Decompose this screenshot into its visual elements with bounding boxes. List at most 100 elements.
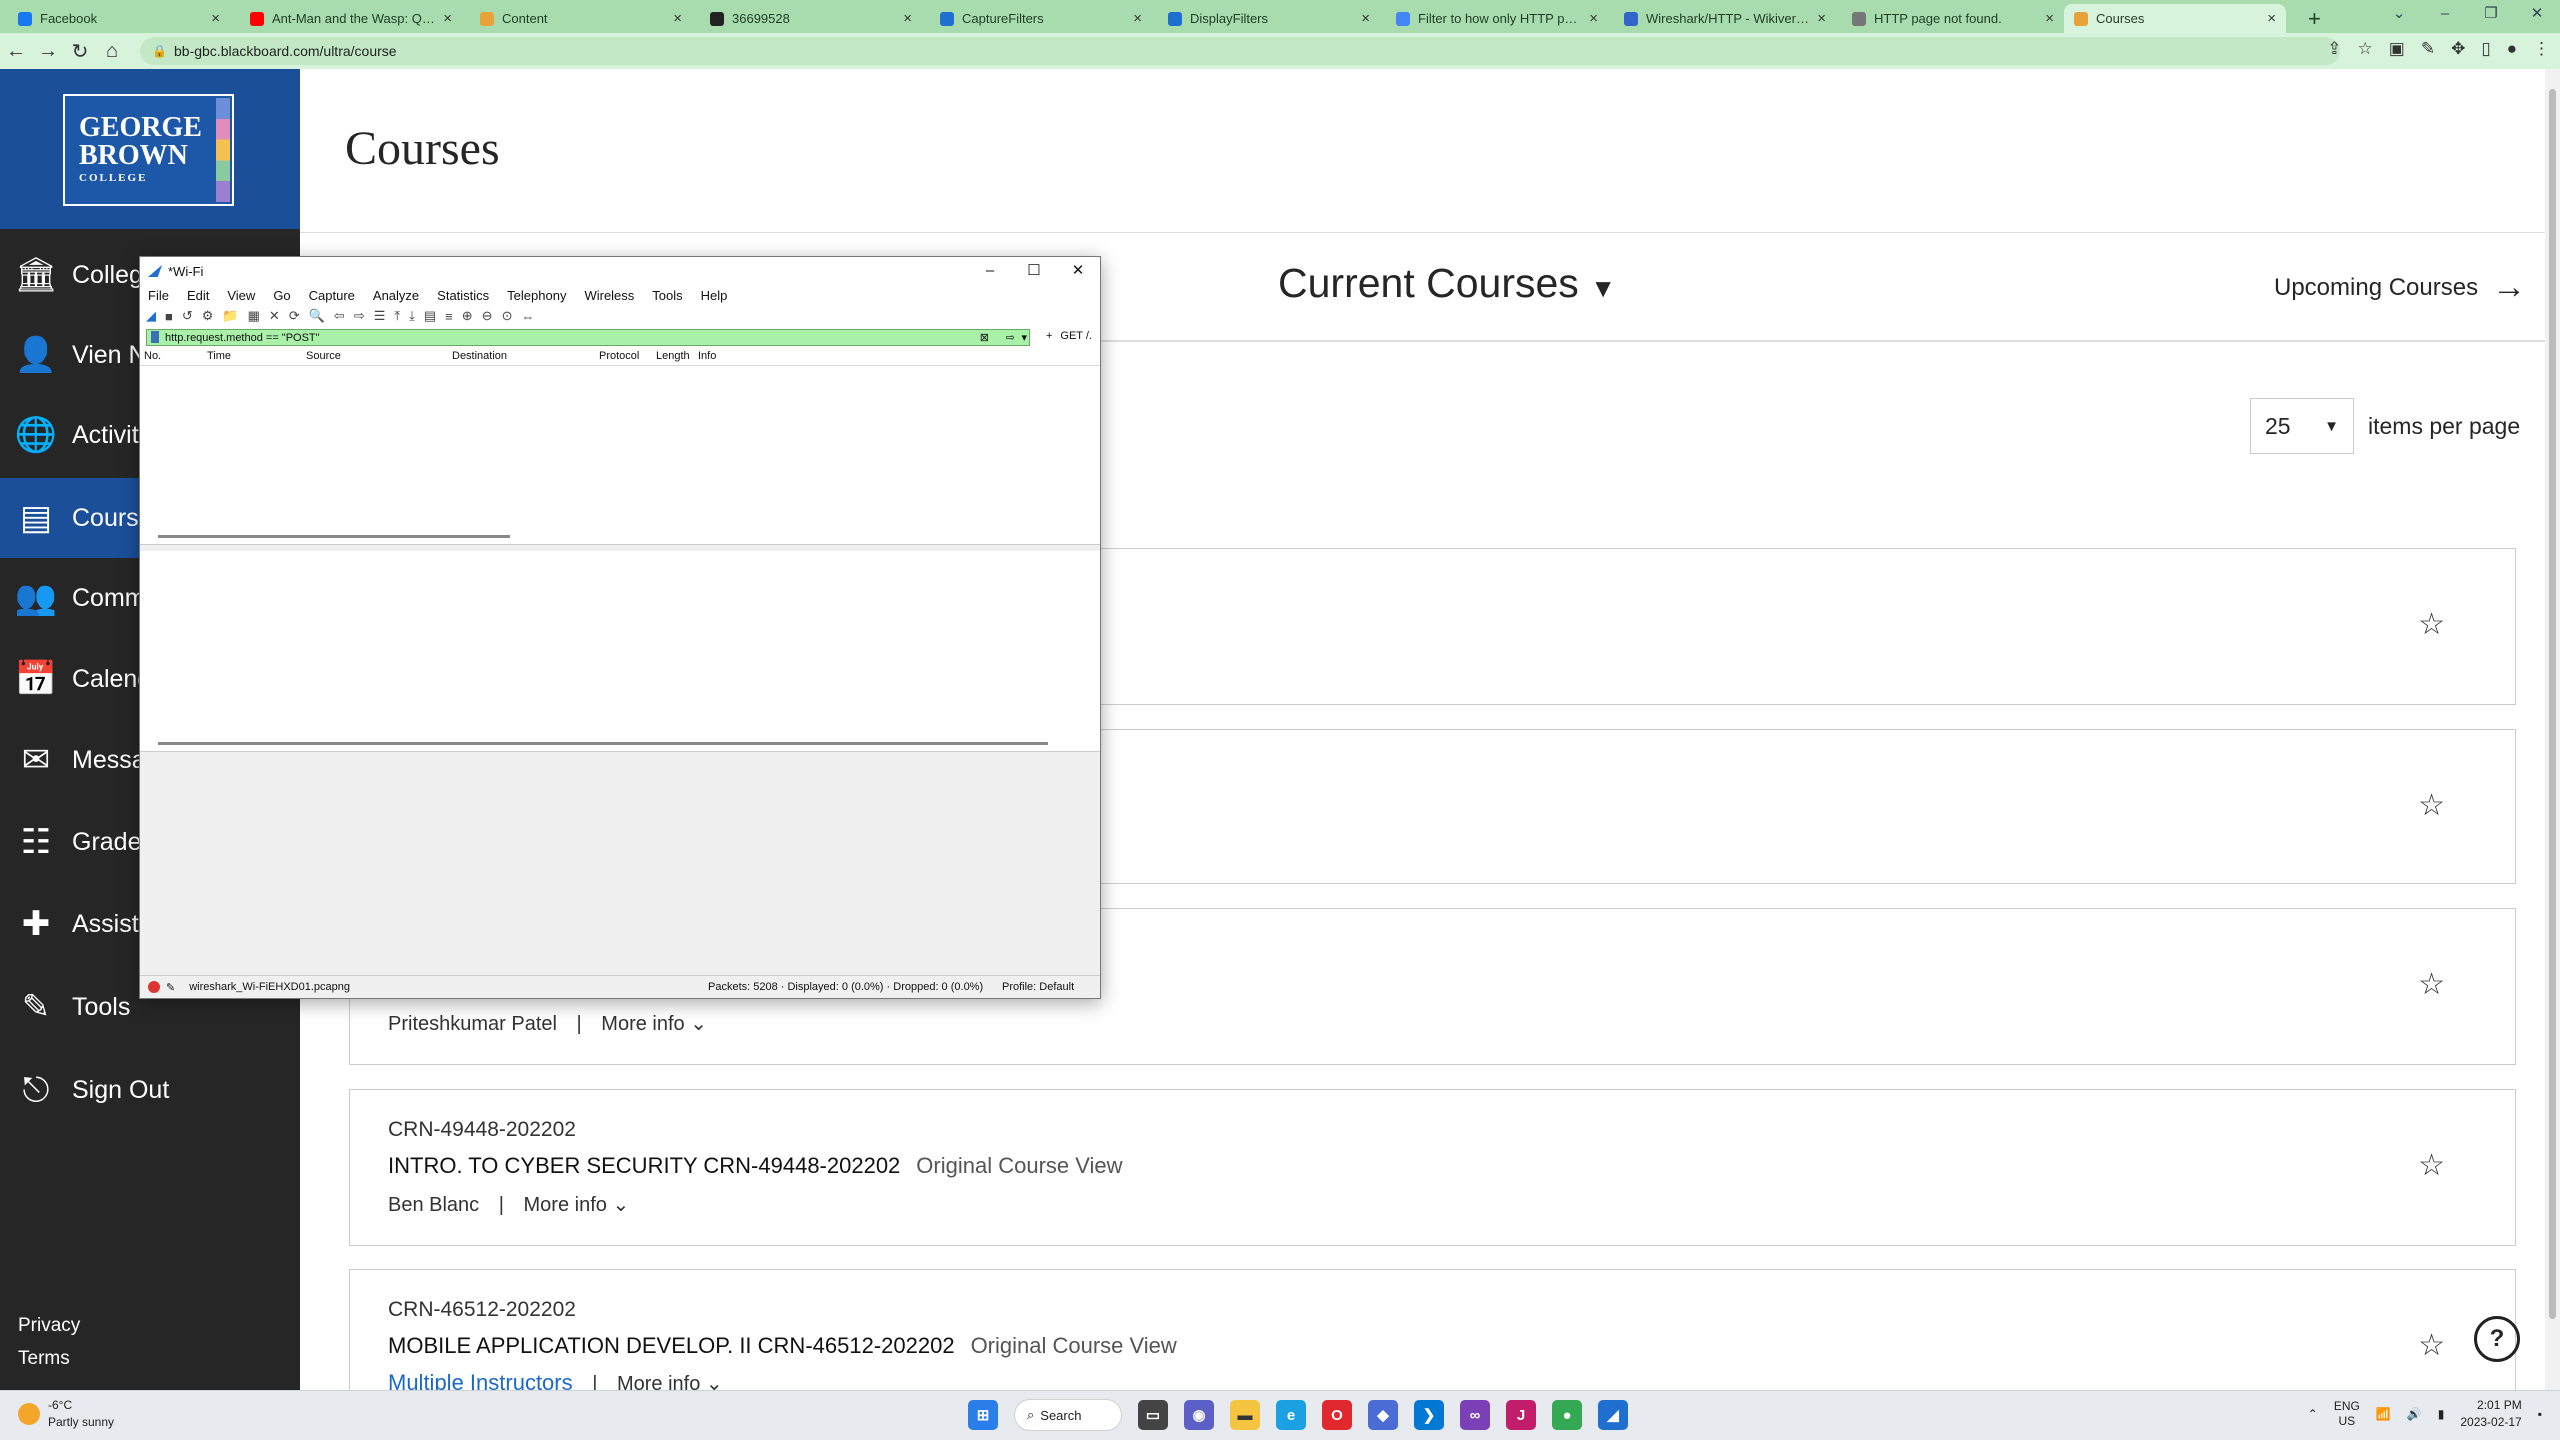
favorite-star-icon[interactable]: ☆ bbox=[2418, 967, 2445, 1002]
multiple-instructors-link[interactable]: Multiple Instructors bbox=[388, 1370, 573, 1391]
close-icon[interactable]: ✕ bbox=[2514, 0, 2560, 33]
more-info-button[interactable]: More info ⌄ bbox=[601, 1013, 707, 1035]
browser-tab[interactable]: Wireshark/HTTP - Wikiversity × bbox=[1614, 4, 1836, 33]
bookmark-star-icon[interactable]: ☆ bbox=[2358, 39, 2373, 59]
browser-tab[interactable]: DisplayFilters × bbox=[1158, 4, 1380, 33]
battery-icon[interactable]: ▮ bbox=[2438, 1407, 2445, 1421]
sidebar-icon[interactable]: ▯ bbox=[2481, 39, 2490, 59]
filter-button-get[interactable]: GET /. bbox=[1060, 330, 1092, 342]
close-tab-icon[interactable]: × bbox=[2045, 10, 2054, 27]
george-brown-logo[interactable]: GEORGE BROWN COLLEGE bbox=[63, 94, 234, 206]
bookmark-icon[interactable] bbox=[151, 331, 159, 343]
column-destination[interactable]: Destination bbox=[452, 350, 507, 362]
menu-statistics[interactable]: Statistics bbox=[437, 288, 489, 303]
menu-help[interactable]: Help bbox=[701, 288, 728, 303]
column-length[interactable]: Length bbox=[656, 350, 690, 362]
minimize-icon[interactable]: – bbox=[2422, 0, 2468, 33]
home-icon[interactable]: ⌂ bbox=[96, 40, 128, 63]
go-forward-icon[interactable]: ⇨ bbox=[354, 308, 365, 324]
privacy-link[interactable]: Privacy bbox=[18, 1309, 80, 1342]
go-to-packet-icon[interactable]: ☰ bbox=[374, 308, 386, 324]
add-filter-button-icon[interactable]: + bbox=[1046, 330, 1052, 342]
column-protocol[interactable]: Protocol bbox=[599, 350, 639, 362]
packet-list-pane[interactable] bbox=[140, 366, 1100, 545]
menu-file[interactable]: File bbox=[148, 288, 169, 303]
stop-capture-icon[interactable]: ■ bbox=[165, 309, 173, 324]
browser-tab[interactable]: 36699528 × bbox=[700, 4, 922, 33]
browser-tab[interactable]: HTTP page not found. × bbox=[1842, 4, 2064, 33]
browser-tab-active[interactable]: Courses × bbox=[2064, 4, 2286, 33]
capture-options-icon[interactable]: ⚙ bbox=[202, 308, 214, 324]
maximize-icon[interactable]: ☐ bbox=[1012, 257, 1056, 285]
tab-search-icon[interactable]: ⌄ bbox=[2376, 0, 2422, 33]
wireshark-icon[interactable]: ◢ bbox=[1598, 1400, 1628, 1430]
menu-tools[interactable]: Tools bbox=[652, 288, 682, 303]
packet-bytes-pane[interactable] bbox=[140, 752, 1100, 952]
packet-details-pane[interactable] bbox=[140, 551, 1100, 752]
favorite-star-icon[interactable]: ☆ bbox=[2418, 788, 2445, 823]
clock[interactable]: 2:01 PM 2023-02-17 bbox=[2460, 1397, 2521, 1431]
course-name-link[interactable]: INTRO. TO CYBER SECURITY CRN-49448-20220… bbox=[388, 1153, 900, 1178]
open-file-icon[interactable]: 📁 bbox=[222, 308, 238, 324]
edge-icon[interactable]: e bbox=[1276, 1400, 1306, 1430]
save-file-icon[interactable]: ▦ bbox=[248, 308, 260, 324]
tray-overflow-icon[interactable]: ⌃ bbox=[2308, 1407, 2318, 1421]
menu-analyze[interactable]: Analyze bbox=[373, 288, 419, 303]
menu-kebab-icon[interactable]: ⋮ bbox=[2533, 39, 2550, 59]
browser-tab[interactable]: CaptureFilters × bbox=[930, 4, 1152, 33]
autoscroll-icon[interactable]: ▤ bbox=[424, 308, 436, 324]
reload-icon[interactable]: ↻ bbox=[64, 39, 96, 64]
zoom-out-icon[interactable]: ⊖ bbox=[482, 308, 493, 324]
menu-capture[interactable]: Capture bbox=[309, 288, 355, 303]
course-card[interactable]: ☆ CRN-49448-202202 INTRO. TO CYBER SECUR… bbox=[349, 1089, 2516, 1246]
current-courses-dropdown[interactable]: Current Courses ▼ bbox=[1278, 260, 1616, 307]
wireshark-titlebar[interactable]: *Wi-Fi – ☐ ✕ bbox=[140, 257, 1100, 285]
close-tab-icon[interactable]: × bbox=[1589, 10, 1598, 27]
close-tab-icon[interactable]: × bbox=[211, 10, 220, 27]
close-tab-icon[interactable]: × bbox=[2267, 10, 2276, 27]
notification-icon[interactable]: ▪ bbox=[2538, 1407, 2542, 1421]
minimize-icon[interactable]: – bbox=[968, 257, 1012, 285]
language-indicator[interactable]: ENG US bbox=[2334, 1399, 2360, 1429]
teams-chat-icon[interactable]: ◉ bbox=[1184, 1400, 1214, 1430]
url-bar[interactable]: 🔒 bb-gbc.blackboard.com/ultra/course bbox=[140, 37, 2340, 65]
find-packet-icon[interactable]: 🔍 bbox=[309, 308, 325, 324]
close-file-icon[interactable]: ✕ bbox=[269, 308, 280, 324]
windows-start-icon[interactable]: ⊞ bbox=[968, 1400, 998, 1430]
column-source[interactable]: Source bbox=[306, 350, 341, 362]
share-icon[interactable]: ⇪ bbox=[2327, 39, 2341, 59]
packet-list-hscroll[interactable] bbox=[158, 535, 510, 538]
wifi-icon[interactable]: 📶 bbox=[2376, 1407, 2391, 1421]
extension-icon[interactable]: ▣ bbox=[2389, 39, 2405, 59]
items-per-page-select[interactable]: 25 ▼ bbox=[2250, 398, 2354, 454]
weather-widget[interactable]: -6°C Partly sunny bbox=[18, 1397, 114, 1431]
menu-edit[interactable]: Edit bbox=[187, 288, 209, 303]
browser-tab[interactable]: Facebook × bbox=[8, 4, 230, 33]
back-icon[interactable]: ← bbox=[0, 40, 32, 63]
apply-filter-icon[interactable]: ⇨ bbox=[1006, 331, 1015, 344]
column-info[interactable]: Info bbox=[698, 350, 716, 362]
column-no[interactable]: No. bbox=[144, 350, 161, 362]
reload-file-icon[interactable]: ⟳ bbox=[289, 308, 300, 324]
browser-tab[interactable]: Ant-Man and the Wasp: Quant × bbox=[240, 4, 462, 33]
course-name-link[interactable]: MOBILE APPLICATION DEVELOP. II CRN-46512… bbox=[388, 1333, 955, 1358]
forward-icon[interactable]: → bbox=[32, 40, 64, 63]
scrollbar-thumb[interactable] bbox=[2549, 89, 2556, 1319]
menu-telephony[interactable]: Telephony bbox=[507, 288, 566, 303]
capture-status-icon[interactable] bbox=[148, 981, 160, 993]
close-icon[interactable]: ✕ bbox=[1056, 257, 1100, 285]
opera-icon[interactable]: O bbox=[1322, 1400, 1352, 1430]
column-time[interactable]: Time bbox=[207, 350, 231, 362]
app-icon[interactable]: ◆ bbox=[1368, 1400, 1398, 1430]
vscode-icon[interactable]: ❯ bbox=[1414, 1400, 1444, 1430]
more-info-button[interactable]: More info ⌄ bbox=[524, 1194, 630, 1216]
filter-history-icon[interactable]: ▾ bbox=[1021, 331, 1027, 344]
help-button[interactable]: ? bbox=[2474, 1316, 2520, 1362]
go-back-icon[interactable]: ⇦ bbox=[334, 308, 345, 324]
volume-icon[interactable]: 🔊 bbox=[2407, 1407, 2422, 1421]
zoom-in-icon[interactable]: ⊕ bbox=[462, 308, 473, 324]
favorite-star-icon[interactable]: ☆ bbox=[2418, 607, 2445, 642]
menu-go[interactable]: Go bbox=[273, 288, 290, 303]
close-tab-icon[interactable]: × bbox=[673, 10, 682, 27]
jetbrains-icon[interactable]: J bbox=[1506, 1400, 1536, 1430]
